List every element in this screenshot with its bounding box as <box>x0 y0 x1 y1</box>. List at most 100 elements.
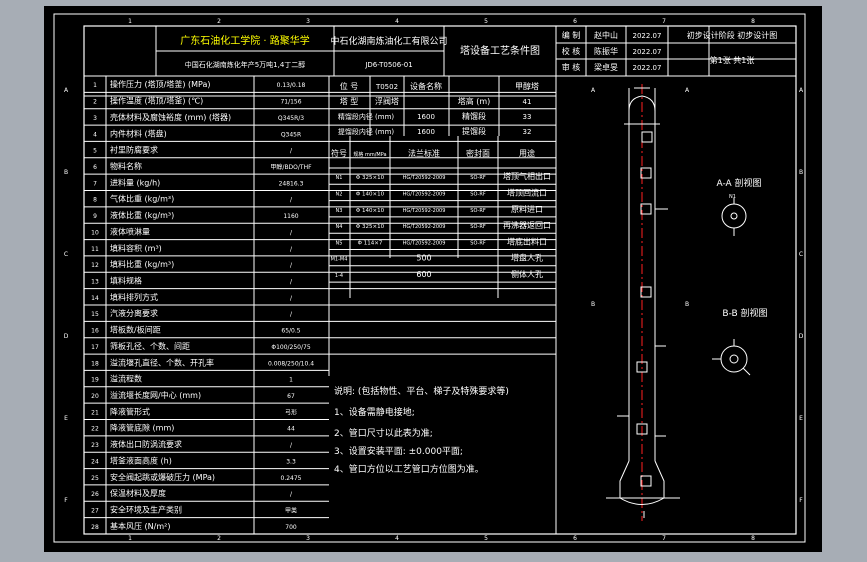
elev-mark-a2: A <box>685 87 690 94</box>
param-name: 溢流程数 <box>110 374 142 384</box>
margin-col-bottom: 3 <box>306 535 310 542</box>
param-name: 降液管形式 <box>110 406 150 416</box>
note-4: 4、管口方位以工艺管口方位图为准。 <box>334 463 484 475</box>
param-value: 65/0.5 <box>281 328 300 335</box>
param-table: 1 操作压力 (塔顶/塔釜) (MPa) 0.13/0.18 2 操作温度 (塔顶/塔釜… <box>83 75 557 535</box>
param-no: 5 <box>93 148 97 155</box>
nozzle-spec: Φ 140×10 <box>356 191 385 197</box>
nozzle-face: SO-RF <box>470 240 486 246</box>
param-value: 0.2475 <box>281 475 302 482</box>
nozzle-sym: N3 <box>336 208 343 214</box>
nozzle-sym: N4 <box>336 224 343 230</box>
sect2-value: 32 <box>523 128 532 136</box>
project-name: 中国石化湖南炼化年产5万吨1,4丁二醇 <box>185 60 306 69</box>
margin-row-right: D <box>799 333 804 340</box>
param-no: 4 <box>93 131 97 138</box>
param-value: / <box>290 442 293 449</box>
param-name: 液体比重 (kg/m³) <box>110 210 174 220</box>
name-label: 设备名称 <box>410 81 442 91</box>
nozzle-header-face: 密封面 <box>466 148 490 158</box>
param-no: 10 <box>91 229 99 236</box>
margin-col-top: 2 <box>217 18 221 25</box>
sheet-count: 第1张 共1张 <box>710 55 755 65</box>
nozzle-header-sym: 符号 <box>331 148 347 158</box>
margin-row-left: C <box>64 251 68 258</box>
margin-row-right: A <box>799 87 804 94</box>
param-name: 塔板数/板间距 <box>110 325 161 335</box>
role-3: 审 核 <box>562 62 581 72</box>
drawing-sheet: A AB BC CD DE EF F1122334455667788 广东石油化工学院 · … <box>53 13 806 543</box>
sect1-label: 精馏段 <box>462 111 486 121</box>
margin-row-left: B <box>64 169 68 176</box>
nozzle-face: SO-RF <box>470 224 486 230</box>
margin-col-bottom: 1 <box>128 535 132 542</box>
sect1-value: 33 <box>523 113 532 121</box>
school-name: 广东石油化工学院 · 路聚华学 <box>180 34 310 47</box>
name-1: 赵中山 <box>594 30 618 40</box>
pos-value: T0502 <box>375 83 398 91</box>
param-no: 11 <box>91 246 99 253</box>
param-no: 18 <box>91 360 99 367</box>
param-value: / <box>290 262 293 269</box>
nozzle-rows: N1 Φ 325×10 HG/T20592-2009 SO-RF 塔顶气相出口 N2 Φ 1… <box>329 167 556 283</box>
margin-col-top: 8 <box>751 18 755 25</box>
param-no: 16 <box>91 328 99 335</box>
param-no: 26 <box>91 491 99 498</box>
section-bb: B-B 剖视图 <box>712 307 768 376</box>
param-no: 1 <box>93 82 97 89</box>
param-no: 28 <box>91 524 99 531</box>
param-name: 基本风压 (N/m²) <box>110 521 170 531</box>
nozzle-use: 原料进口 <box>511 204 543 214</box>
nozzle-use: 塔盘人孔 <box>511 253 543 263</box>
equipment-info: 位 号 T0502 设备名称 甲醇塔 塔 型 浮阀塔 塔高 (m) 41 精馏段… <box>338 76 539 136</box>
cad-viewport[interactable]: AABBCCDDEEFF1122334455667788 广东石油化工学院 · … <box>44 6 822 552</box>
param-value: / <box>290 229 293 236</box>
note-3: 3、设置安装平面: ±0.000平面; <box>334 445 463 457</box>
param-no: 27 <box>91 507 99 514</box>
strip-label: 提馏段内径 (mm) <box>338 127 395 136</box>
nozzle-sym: 1-4 <box>335 273 343 279</box>
nozzle-std: HG/T20592-2009 <box>403 175 446 181</box>
param-value: 甲醇/BDO/THF <box>270 163 312 171</box>
param-name: 溢流堰长度网/中心 (mm) <box>110 390 201 400</box>
param-no: 6 <box>93 164 97 171</box>
margin-row-left: F <box>64 497 68 504</box>
role-2: 校 核 <box>562 46 581 56</box>
param-no: 20 <box>91 393 99 400</box>
nozzle-std: HG/T20592-2009 <box>403 191 446 197</box>
margin-col-top: 3 <box>306 18 310 25</box>
sect2-label: 提馏段 <box>462 126 486 136</box>
diam-value: 1600 <box>417 113 435 121</box>
date-3: 2022.07 <box>633 64 662 72</box>
note-2: 2、管口尺寸以此表为准; <box>334 427 433 439</box>
param-value: 0.13/0.18 <box>277 82 306 89</box>
nozzle-use: 侧体人孔 <box>511 269 543 279</box>
elev-mark-b2: B <box>685 301 689 308</box>
nozzle-std: HG/T20592-2009 <box>403 240 446 246</box>
nozzle-use: 再沸器返回口 <box>503 220 551 230</box>
param-value: 1 <box>289 377 293 384</box>
param-no: 19 <box>91 377 99 384</box>
nozzle-std: HG/T20592-2009 <box>403 208 446 214</box>
name-2: 陈振华 <box>594 46 618 56</box>
nozzle-spec: Φ 140×10 <box>356 208 385 214</box>
margin-row-right: B <box>799 169 803 176</box>
param-value: 700 <box>285 524 297 531</box>
param-no: 12 <box>91 262 99 269</box>
param-name: 塔釜液面高度 (h) <box>110 455 172 465</box>
nozzle-use: 塔顶气相出口 <box>503 171 551 181</box>
nozzle-std: HG/T20592-2009 <box>403 224 446 230</box>
design-stage: 初步设计阶段 初步设计图 <box>687 30 778 40</box>
param-no: 9 <box>93 213 97 220</box>
nozzle-header-std: 法兰标准 <box>408 148 440 158</box>
param-no: 3 <box>93 115 97 122</box>
param-value: Q345R/3 <box>278 115 304 122</box>
param-name: 填料规格 <box>110 275 142 285</box>
param-name: 衬里防腐要求 <box>110 145 158 155</box>
role-1: 编 制 <box>562 30 581 40</box>
param-no: 8 <box>93 197 97 204</box>
param-no: 21 <box>91 409 99 416</box>
param-value: 71/156 <box>280 99 301 106</box>
margin-col-top: 1 <box>128 18 132 25</box>
param-name: 物料名称 <box>110 161 142 171</box>
